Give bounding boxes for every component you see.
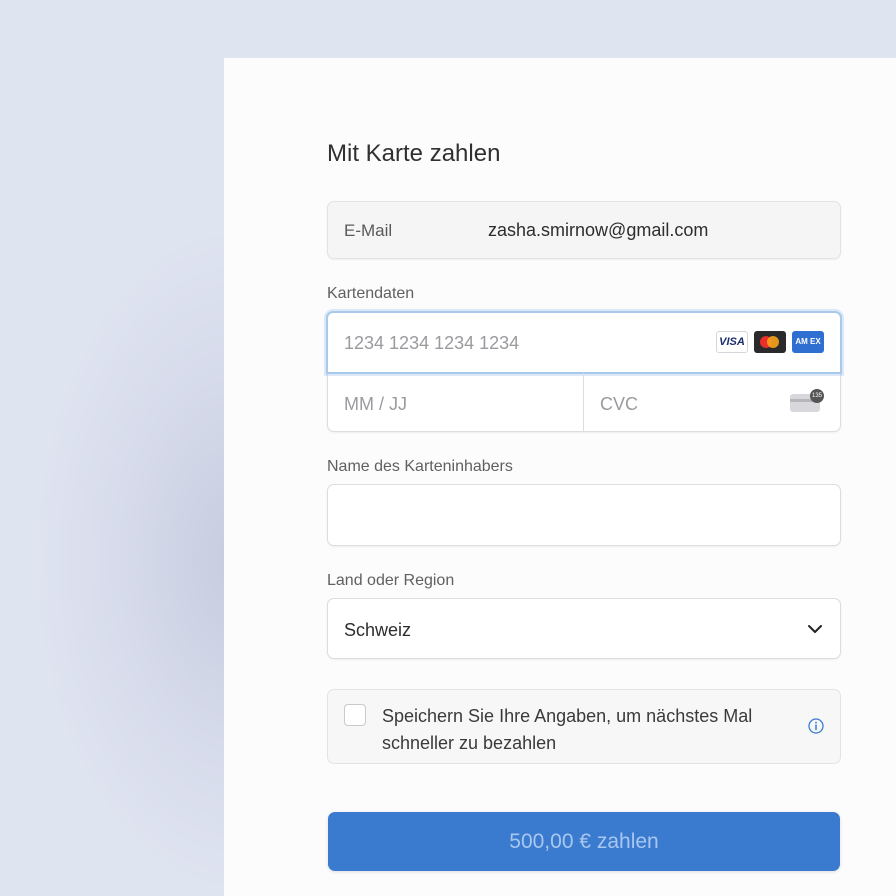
cvc-badge: 135 (810, 389, 824, 403)
info-icon[interactable] (808, 718, 824, 734)
cvc-card-icon: 135 (790, 389, 824, 412)
save-info-checkbox[interactable] (344, 704, 366, 726)
save-info-box: Speichern Sie Ihre Angaben, um nächstes … (327, 689, 841, 764)
payment-panel (224, 58, 896, 896)
country-label: Land oder Region (327, 572, 455, 589)
background-left (0, 0, 224, 896)
pay-button[interactable]: 500,00 € zahlen (328, 812, 840, 871)
cvc-placeholder: CVC (600, 394, 639, 414)
chevron-down-icon (808, 625, 822, 633)
card-number-input[interactable]: 1234 1234 1234 1234 VISA AM EX (326, 311, 842, 374)
cardholder-label: Name des Karteninhabers (327, 458, 513, 475)
mastercard-logo-icon (754, 331, 786, 353)
expiry-placeholder: MM / JJ (344, 394, 407, 414)
email-field[interactable]: E-Mail zasha.smirnow@gmail.com (327, 201, 841, 259)
card-details-group: 1234 1234 1234 1234 VISA AM EX MM / JJ C… (326, 311, 842, 432)
save-info-text: Speichern Sie Ihre Angaben, um nächstes … (382, 706, 753, 753)
country-select[interactable]: Schweiz (327, 598, 841, 659)
cardholder-name-input[interactable] (327, 484, 841, 546)
card-details-label: Kartendaten (327, 285, 415, 302)
email-value: zasha.smirnow@gmail.com (488, 220, 709, 240)
expiry-input[interactable]: MM / JJ (328, 374, 583, 432)
visa-logo-icon: VISA (716, 331, 748, 353)
form-title: Mit Karte zahlen (327, 140, 501, 167)
card-number-placeholder: 1234 1234 1234 1234 (344, 333, 520, 353)
email-label: E-Mail (344, 221, 393, 240)
country-selected-value: Schweiz (344, 620, 412, 640)
amex-logo-icon: AM EX (792, 331, 824, 353)
